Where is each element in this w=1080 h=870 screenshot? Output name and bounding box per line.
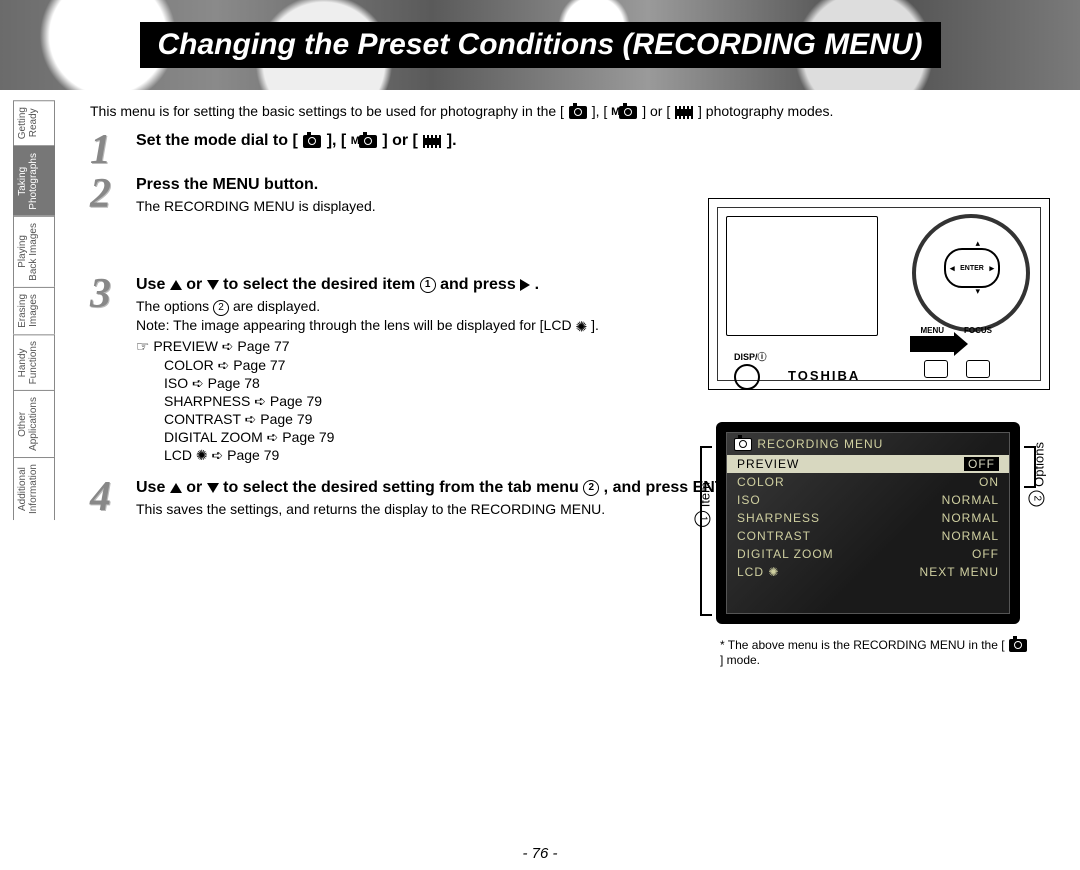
tab-erasing-images[interactable]: Erasing Images [13, 287, 55, 334]
ref-color: COLOR ➪ Page 77 [164, 356, 656, 374]
folder-button[interactable] [924, 360, 948, 378]
up-triangle-icon [170, 280, 182, 290]
tab-playing-back[interactable]: Playing Back Images [13, 216, 55, 287]
down-triangle-icon [207, 280, 219, 290]
lcd-menu-figure: RECORDING MENU PREVIEW OFF COLOR ON ISO … [716, 422, 1020, 624]
circled-2-icon: 2 [583, 480, 599, 496]
manual-page: Changing the Preset Conditions (RECORDIN… [0, 0, 1080, 870]
step-1: 1 Set the mode dial to [ ], [ M ] or [ ]… [90, 131, 1050, 169]
step-3-title: Use or to select the desired item 1 and … [136, 275, 656, 295]
circled-2-icon: 2 [213, 300, 229, 316]
focus-label: FOCUS [964, 326, 992, 335]
lcd-title: RECORDING MENU [727, 433, 1009, 455]
trash-button[interactable] [966, 360, 990, 378]
step-number-icon: 2 [90, 175, 136, 213]
step-3-note: Note: The image appearing through the le… [136, 316, 656, 335]
options-label: 2 Options [1028, 442, 1046, 506]
camera-icon [569, 106, 587, 119]
step-number-icon: 4 [90, 478, 136, 516]
page-content: This menu is for setting the basic setti… [90, 102, 1050, 830]
page-number: - 76 - [0, 845, 1080, 862]
menu-label: MENU [920, 326, 944, 335]
down-arrow-icon: ▾ [975, 286, 980, 297]
lcd-row: ISO NORMAL [727, 491, 1009, 509]
brand-label: TOSHIBA [788, 368, 860, 383]
step-number-icon: 3 [90, 275, 136, 313]
lcd-row: CONTRAST NORMAL [727, 527, 1009, 545]
pointing-hand-icon: ☞ [136, 338, 149, 355]
up-triangle-icon [170, 483, 182, 493]
tab-getting-ready[interactable]: Getting Ready [13, 100, 55, 146]
step-3-options-text: The options 2 are displayed. [136, 297, 656, 315]
right-triangle-icon [520, 279, 530, 291]
camera-back-figure: ▴ ENTER ▾ MENU FOCUS DISP/ⓘ TOSHIBA [708, 198, 1050, 390]
tab-other-applications[interactable]: Other Applications [13, 390, 55, 457]
camera-icon [619, 106, 637, 119]
ref-digital-zoom: DIGITAL ZOOM ➪ Page 79 [164, 428, 656, 446]
ref-contrast: CONTRAST ➪ Page 79 [164, 410, 656, 428]
camera-icon [1009, 639, 1027, 652]
disp-button[interactable] [734, 364, 760, 390]
circled-2-icon: 2 [1028, 490, 1044, 506]
camera-icon [734, 438, 752, 451]
disp-label: DISP/ⓘ [734, 350, 767, 363]
step-1-title: Set the mode dial to [ ], [ M ] or [ ]. [136, 131, 1050, 151]
ref-sharpness: SHARPNESS ➪ Page 79 [164, 392, 656, 410]
tab-taking-photographs[interactable]: Taking Photographs [13, 146, 55, 216]
enter-button[interactable]: ENTER [944, 248, 1000, 288]
brightness-icon: ✺ [575, 318, 587, 334]
lcd-row: LCD ✺ NEXT MENU [727, 563, 1009, 581]
step-number-icon: 1 [90, 131, 136, 169]
left-bracket-icon [700, 446, 712, 616]
lcd-row: SHARPNESS NORMAL [727, 509, 1009, 527]
page-references: ☞ PREVIEW ➪ Page 77 COLOR ➪ Page 77 ISO … [136, 337, 656, 464]
page-title: Changing the Preset Conditions (RECORDIN… [140, 22, 941, 68]
lcd-row: COLOR ON [727, 473, 1009, 491]
tab-additional-information[interactable]: Additional Information [13, 457, 55, 520]
side-tabs: Getting Ready Taking Photographs Playing… [13, 100, 55, 520]
tab-handy-functions[interactable]: Handy Functions [13, 334, 55, 390]
ref-preview: PREVIEW ➪ Page 77 [153, 338, 289, 354]
intro-text: This menu is for setting the basic setti… [90, 102, 1050, 121]
page-banner: Changing the Preset Conditions (RECORDIN… [0, 0, 1080, 90]
ref-iso: ISO ➪ Page 78 [164, 374, 656, 392]
lcd-footnote: * The above menu is the RECORDING MENU i… [720, 638, 1030, 668]
lcd-row: PREVIEW OFF [727, 455, 1009, 473]
movie-icon [675, 107, 693, 118]
down-triangle-icon [207, 483, 219, 493]
lcd-outline-icon [726, 216, 878, 336]
camera-icon [303, 135, 321, 148]
camera-icon [359, 135, 377, 148]
lcd-row: DIGITAL ZOOM OFF [727, 545, 1009, 563]
step-2-title: Press the MENU button. [136, 175, 1050, 195]
arrow-to-menu-icon [910, 336, 956, 352]
circled-1-icon: 1 [420, 277, 436, 293]
ref-lcd: LCD ✺ ➪ Page 79 [164, 446, 656, 464]
movie-icon [423, 136, 441, 147]
